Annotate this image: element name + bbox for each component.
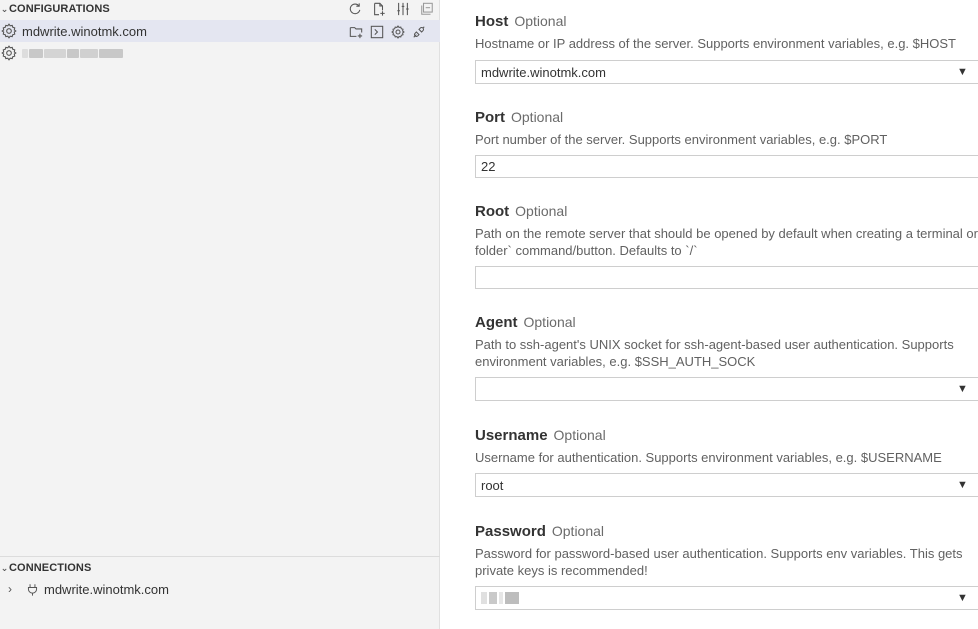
username-description: Username for authentication. Supports en…: [475, 450, 942, 465]
agent-description-cont: environment variables, e.g. $SSH_AUTH_SO…: [475, 354, 756, 369]
dropdown-arrow-icon: ▼: [957, 383, 968, 395]
root-description: Path on the remote server that should be…: [475, 226, 978, 241]
password-label: Password: [475, 523, 546, 540]
configuration-item[interactable]: mdwrite.winotmk.com: [0, 20, 440, 42]
sidebar: ⌄ CONFIGURATIONS mdwrite.winotmk.com ⌄ C…: [0, 0, 440, 629]
password-field: Password Optional Password for password-b…: [475, 522, 978, 579]
chevron-right-icon[interactable]: ›: [2, 582, 18, 596]
gear-icon: [1, 45, 17, 61]
host-select[interactable]: mdwrite.winotmk.com ▼: [475, 60, 978, 84]
username-value: root: [481, 477, 504, 493]
port-input[interactable]: 22: [475, 155, 978, 178]
dropdown-arrow-icon: ▼: [957, 66, 968, 78]
chevron-down-icon: ⌄: [0, 562, 9, 573]
dropdown-arrow-icon: ▼: [957, 592, 968, 604]
port-label: Port: [475, 109, 505, 126]
host-description: Hostname or IP address of the server. Su…: [475, 36, 956, 51]
plug-icon: [24, 583, 40, 596]
username-field: Username Optional Username for authentica…: [475, 426, 978, 466]
configurations-title: CONFIGURATIONS: [9, 3, 110, 15]
host-value: mdwrite.winotmk.com: [481, 64, 606, 80]
port-field: Port Optional Port number of the server. …: [475, 108, 978, 148]
gear-icon: [1, 23, 17, 39]
configuration-label: mdwrite.winotmk.com: [22, 23, 147, 39]
dropdown-arrow-icon: ▼: [957, 479, 968, 491]
root-description-cont: folder` command/button. Defaults to `/`: [475, 243, 698, 258]
connections-title: CONNECTIONS: [9, 562, 92, 574]
username-select[interactable]: root ▼: [475, 473, 978, 497]
agent-label: Agent: [475, 314, 518, 331]
configurations-toolbar: [348, 0, 434, 18]
chevron-down-icon: ⌄: [0, 3, 9, 14]
configuration-row-actions: [348, 24, 426, 39]
optional-tag: Optional: [514, 13, 567, 29]
refresh-icon[interactable]: [348, 2, 362, 16]
terminal-icon[interactable]: [369, 24, 384, 39]
configuration-item[interactable]: [0, 42, 440, 64]
settings-panel: Host Optional Hostname or IP address of t…: [441, 0, 978, 629]
collapse-all-icon[interactable]: [420, 2, 434, 16]
host-field: Host Optional Hostname or IP address of t…: [475, 12, 978, 52]
optional-tag: Optional: [511, 109, 564, 125]
root-input[interactable]: [475, 266, 978, 289]
port-description: Port number of the server. Supports envi…: [475, 132, 888, 147]
username-label: Username: [475, 427, 548, 444]
optional-tag: Optional: [551, 523, 605, 539]
optional-tag: Optional: [553, 427, 606, 443]
agent-field: Agent Optional Path to ssh-agent's UNIX s…: [475, 313, 978, 370]
connect-plug-icon[interactable]: [411, 24, 426, 39]
connections-section-header[interactable]: ⌄ CONNECTIONS: [0, 559, 440, 577]
connection-item[interactable]: › mdwrite.winotmk.com: [0, 578, 440, 600]
root-field: Root Optional Path on the remote server t…: [475, 202, 978, 259]
password-masked-value: [481, 592, 519, 604]
new-file-icon[interactable]: [372, 2, 386, 16]
connection-label: mdwrite.winotmk.com: [44, 581, 169, 597]
gear-icon[interactable]: [390, 24, 405, 39]
optional-tag: Optional: [515, 203, 568, 219]
password-select[interactable]: ▼: [475, 586, 978, 610]
redacted-configuration-label: [22, 48, 123, 58]
password-description-cont: private keys is recommended!: [475, 563, 648, 578]
new-folder-icon[interactable]: [348, 24, 363, 39]
host-label: Host: [475, 13, 509, 30]
divider: [0, 556, 440, 557]
settings-sliders-icon[interactable]: [396, 2, 410, 16]
password-description: Password for password-based user authent…: [475, 546, 963, 561]
optional-tag: Optional: [523, 314, 576, 330]
configurations-section-header[interactable]: ⌄ CONFIGURATIONS: [0, 0, 440, 18]
agent-description: Path to ssh-agent's UNIX socket for ssh-…: [475, 337, 954, 352]
root-label: Root: [475, 203, 510, 220]
agent-select[interactable]: ▼: [475, 377, 978, 401]
port-value: 22: [481, 159, 496, 174]
